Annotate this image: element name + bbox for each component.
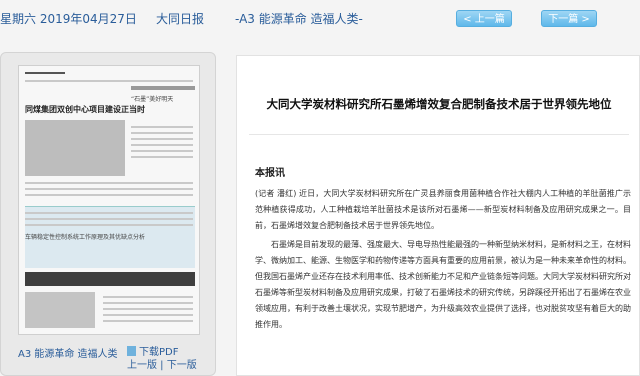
article-paragraph: (记者 潘红) 近日，大同大学炭材料研究所在广灵县养丽食用菌种植合作社大棚内人工…	[255, 189, 631, 230]
pdf-icon	[127, 346, 136, 356]
page-thumbnail[interactable]: 同煤集团双创中心项目建设正当时 “石墨”美好明天 车辆稳定性控制系统工作原理及其…	[18, 65, 200, 335]
thumb-dark-band	[25, 272, 195, 286]
issue-date: 星期六 2019年04月27日	[0, 12, 137, 26]
article-paragraph: 石墨烯是目前发现的最薄、强度最大、导电导热性能最强的一种新型纳米材料，是新材料之…	[255, 240, 631, 329]
prev-article-button[interactable]: < 上一篇	[456, 10, 512, 27]
article-body: (记者 潘红) 近日，大同大学炭材料研究所在广灵县养丽食用菌种植合作社大棚内人工…	[255, 186, 631, 333]
thumb-headline-1[interactable]: 同煤集团双创中心项目建设正当时	[25, 104, 145, 115]
thumb-photo	[25, 120, 125, 176]
page-nav-links[interactable]: 上一版 | 下一版	[127, 356, 197, 371]
edition-title[interactable]: -A3 能源革命 造福人类-	[235, 10, 363, 27]
thumb-headline-2[interactable]: “石墨”美好明天	[131, 94, 173, 103]
page-thumbnail-panel: 同煤集团双创中心项目建设正当时 “石墨”美好明天 车辆稳定性控制系统工作原理及其…	[0, 52, 216, 376]
article-title: 大同大学炭材料研究所石墨烯增效复合肥制备技术居于世界领先地位	[266, 97, 612, 111]
top-bar: 星期六 2019年04月27日 大同日报 -A3 能源革命 造福人类- < 上一…	[0, 0, 640, 36]
article-reporter: 本报讯	[255, 168, 285, 179]
thumb-masthead	[25, 72, 65, 74]
page-caption[interactable]: A3 能源革命 造福人类	[18, 345, 118, 360]
thumb-side-headline	[131, 86, 195, 90]
thumb-rule	[25, 80, 193, 82]
thumb-headline-3[interactable]: 车辆稳定性控制系统工作原理及其优缺点分析	[25, 232, 145, 241]
thumb-figure	[25, 292, 95, 328]
title-divider	[249, 134, 629, 135]
next-article-button[interactable]: 下一篇 >	[541, 10, 597, 27]
paper-name[interactable]: 大同日报	[156, 10, 204, 27]
article-panel: 大同大学炭材料研究所石墨烯增效复合肥制备技术居于世界领先地位 本报讯 (记者 潘…	[236, 55, 640, 376]
